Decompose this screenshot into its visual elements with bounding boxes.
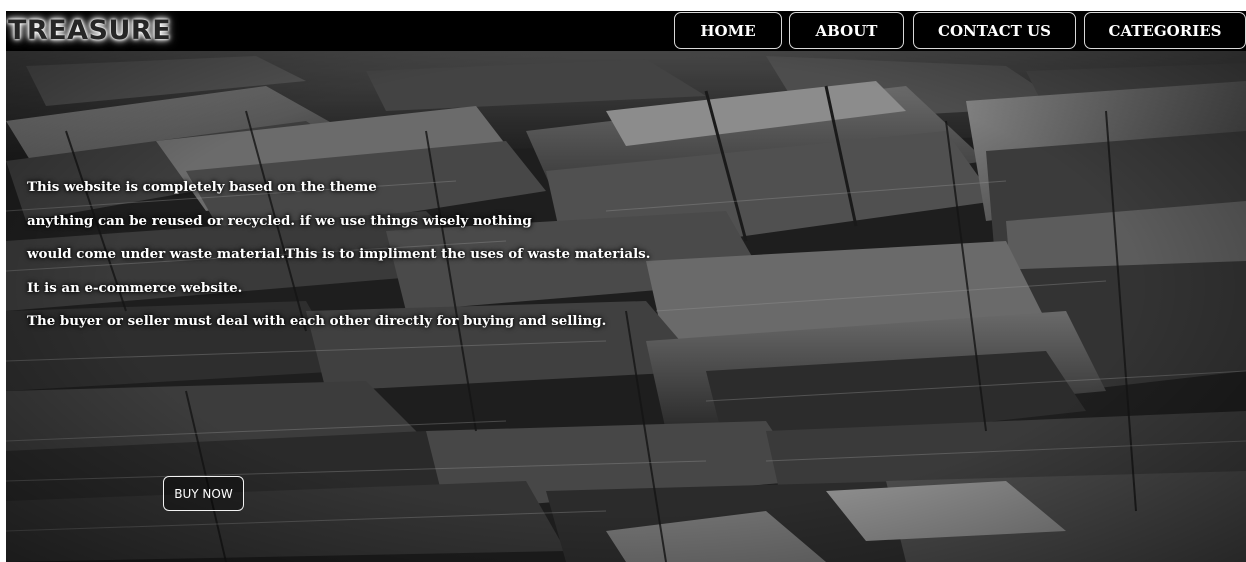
page: TREASURE HOME ABOUT CONTACT US CATEGORIE…	[6, 11, 1246, 562]
hero-description-line: The buyer or seller must deal with each …	[27, 313, 607, 329]
buy-now-button[interactable]: BUY NOW	[163, 476, 244, 511]
hero-description: This website is completely based on the …	[27, 177, 650, 345]
hero-description-line: It is an e-commerce website.	[27, 279, 243, 296]
hero-description-line: would come under waste material.This is …	[27, 246, 651, 262]
hero-description-line: This website is completely based on the …	[27, 179, 377, 195]
site-logo[interactable]: TREASURE	[8, 16, 171, 46]
nav-contact-us-button[interactable]: CONTACT US	[913, 12, 1076, 49]
nav-about-button[interactable]: ABOUT	[789, 12, 904, 49]
hero-description-line: anything can be reused or recycled. if w…	[27, 212, 532, 229]
top-nav-bar: TREASURE HOME ABOUT CONTACT US CATEGORIE…	[6, 11, 1246, 51]
nav-categories-button[interactable]: CATEGORIES	[1084, 12, 1246, 49]
nav-home-button[interactable]: HOME	[674, 12, 782, 49]
